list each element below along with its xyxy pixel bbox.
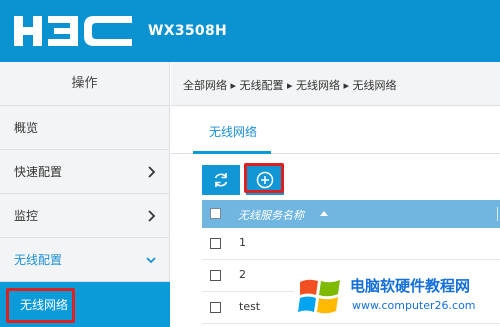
sidebar-item-label: 监控 [14, 209, 39, 223]
sidebar-item-label: 无线配置 [14, 253, 63, 267]
highlight-box [244, 163, 284, 193]
row-checkbox[interactable] [210, 270, 221, 281]
service-name-cell: 1 [239, 236, 246, 249]
row-checkbox[interactable] [210, 302, 221, 313]
sidebar-title: 操作 [0, 62, 169, 106]
refresh-icon [214, 173, 228, 187]
chevron-down-icon [146, 257, 156, 264]
watermark: 电脑软硬件教程网 www.computer26.com [294, 270, 500, 322]
sidebar-item-overview[interactable]: 概览 [0, 106, 169, 150]
top-header: WX3508H [0, 0, 500, 62]
table-row[interactable]: 1 [202, 228, 500, 260]
chevron-right-icon [148, 210, 156, 222]
sidebar-subitem-wireless-network[interactable]: 无线网络 [0, 282, 170, 327]
breadcrumb-bar: 全部网络 ▸ 无线配置 ▸ 无线网络 ▸ 无线网络 [171, 62, 500, 106]
sidebar: 操作 概览 快速配置 监控 无线配置 无线网络 [0, 62, 170, 327]
service-name-cell: 2 [239, 268, 246, 281]
breadcrumb: 全部网络 ▸ 无线配置 ▸ 无线网络 ▸ 无线网络 [183, 79, 397, 92]
column-header-service-name[interactable]: 无线服务名称 [238, 207, 304, 223]
chevron-right-icon [148, 166, 156, 178]
sidebar-item-monitor[interactable]: 监控 [0, 194, 169, 238]
device-model: WX3508H [148, 23, 228, 39]
column-divider [497, 207, 498, 221]
tab-wireless-network[interactable]: 无线网络 [209, 123, 257, 140]
sidebar-item-wireless-config[interactable]: 无线配置 [0, 238, 169, 282]
tab-active-indicator [193, 151, 271, 154]
h3c-logo [14, 16, 132, 46]
watermark-title: 电脑软硬件教程网 [350, 277, 471, 295]
watermark-url: www.computer26.com [352, 299, 476, 312]
table-header: 无线服务名称 [202, 200, 500, 228]
windows-logo-icon [298, 279, 340, 314]
sort-ascending-icon[interactable] [320, 211, 328, 216]
sidebar-subitem-label: 无线网络 [20, 298, 69, 312]
sidebar-item-quick-config[interactable]: 快速配置 [0, 150, 169, 194]
sidebar-item-label: 快速配置 [14, 165, 63, 179]
row-checkbox[interactable] [210, 238, 221, 249]
refresh-button[interactable] [202, 165, 240, 195]
service-name-cell: test [239, 300, 261, 313]
tab-bar: 无线网络 [171, 106, 500, 154]
select-all-checkbox[interactable] [210, 208, 221, 219]
sidebar-item-label: 概览 [14, 121, 39, 135]
